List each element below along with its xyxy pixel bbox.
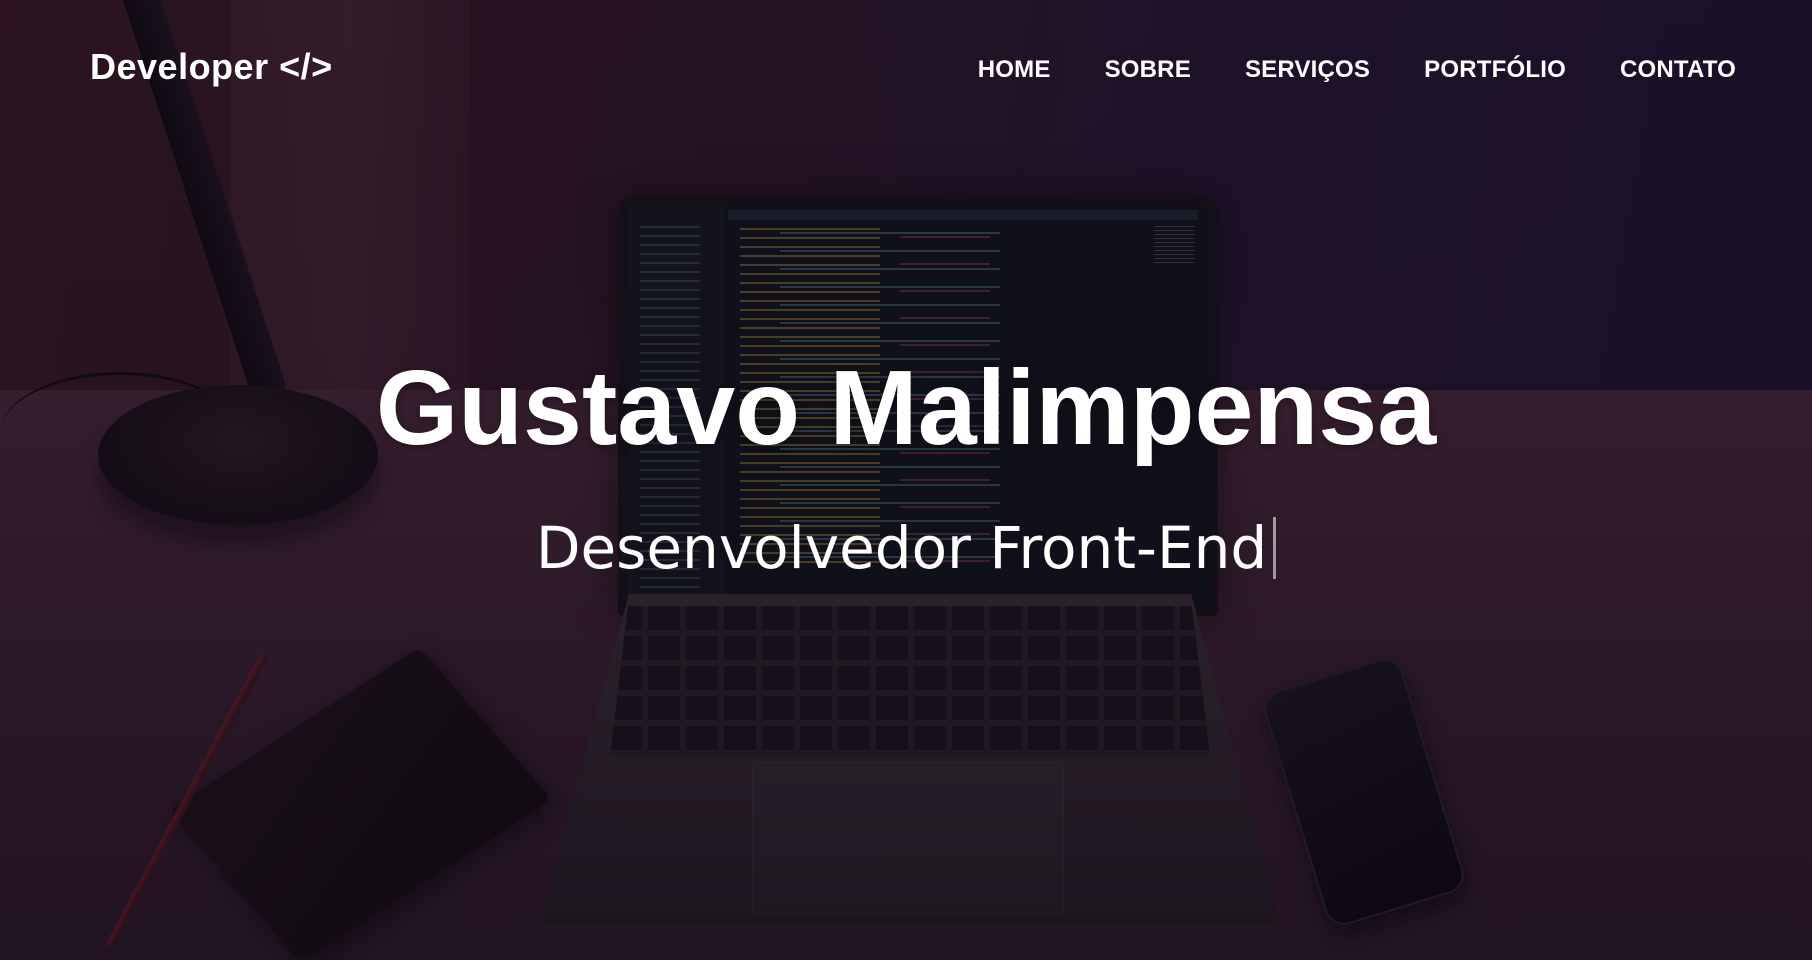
nav-item-sobre: SOBRE bbox=[1105, 56, 1191, 84]
nav-link-home[interactable]: HOME bbox=[978, 56, 1051, 83]
nav-link-contato[interactable]: CONTATO bbox=[1620, 56, 1736, 83]
hero-role-line: Desenvolvedor Front-End bbox=[535, 513, 1277, 582]
hero-role-text: Desenvolvedor Front-End bbox=[535, 513, 1268, 582]
nav-link-sobre[interactable]: SOBRE bbox=[1105, 56, 1191, 83]
brand-logo[interactable]: Developer </> bbox=[90, 46, 333, 88]
nav-links: HOME SOBRE SERVIÇOS PORTFÓLIO CONTATO bbox=[978, 56, 1736, 84]
hero-role-wrapper: Desenvolvedor Front-End bbox=[0, 467, 1812, 579]
hero-name-heading: Gustavo Malimpensa bbox=[375, 349, 1437, 467]
nav-item-servicos: SERVIÇOS bbox=[1245, 56, 1370, 84]
navbar: Developer </> HOME SOBRE SERVIÇOS PORTFÓ… bbox=[0, 0, 1812, 140]
typing-cursor bbox=[1273, 516, 1277, 579]
nav-link-servicos[interactable]: SERVIÇOS bbox=[1245, 56, 1370, 83]
nav-item-home: HOME bbox=[978, 56, 1051, 84]
nav-item-contato: CONTATO bbox=[1620, 56, 1736, 84]
nav-item-portfolio: PORTFÓLIO bbox=[1424, 56, 1566, 84]
hero-content: Gustavo Malimpensa Desenvolvedor Front-E… bbox=[0, 350, 1812, 579]
nav-link-portfolio[interactable]: PORTFÓLIO bbox=[1424, 56, 1566, 83]
hero-section: Developer </> HOME SOBRE SERVIÇOS PORTFÓ… bbox=[0, 0, 1812, 960]
